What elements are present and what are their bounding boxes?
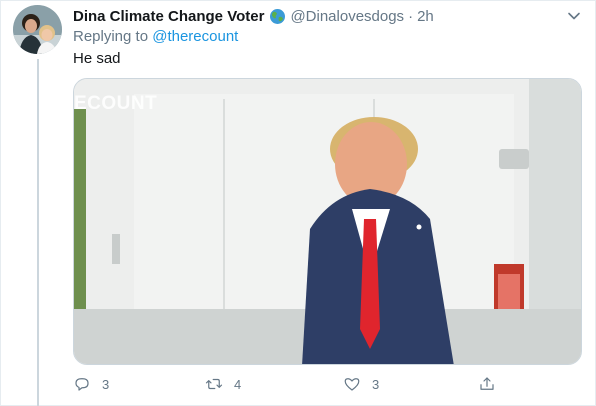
- share-icon: [480, 377, 494, 390]
- chevron-down-icon[interactable]: [567, 9, 581, 23]
- timestamp[interactable]: 2h: [417, 8, 434, 25]
- video-watermark: ECOUNT: [74, 93, 158, 114]
- tweet-text: He sad: [73, 50, 121, 67]
- tweet-video[interactable]: ECOUNT: [73, 78, 582, 365]
- user-handle[interactable]: @Dinalovesdogs: [290, 8, 404, 25]
- separator-dot: ·: [408, 7, 414, 25]
- avatar[interactable]: [13, 5, 62, 54]
- retweet-icon: [205, 378, 223, 390]
- heart-icon: [344, 378, 360, 391]
- thread-line: [37, 59, 39, 406]
- like-button[interactable]: 3: [343, 373, 379, 395]
- globe-emoji-icon: [269, 8, 286, 25]
- like-count: 3: [372, 376, 380, 392]
- tweet-card[interactable]: Dina Climate Change Voter @Dinalovesdogs…: [0, 0, 596, 406]
- avatar-photo: [13, 5, 62, 54]
- replying-prefix: Replying to: [73, 28, 149, 45]
- reply-mention-link[interactable]: @therecount: [152, 28, 238, 45]
- video-frame: [74, 79, 581, 364]
- reply-button[interactable]: 3: [73, 373, 109, 395]
- retweet-count: 4: [234, 376, 242, 392]
- replying-to: Replying to @therecount: [73, 28, 238, 45]
- reply-bubble-icon: [75, 378, 89, 391]
- display-name[interactable]: Dina Climate Change Voter: [73, 8, 264, 25]
- share-button[interactable]: [478, 373, 507, 395]
- tweet-actions: 3 4 3: [73, 373, 582, 395]
- retweet-button[interactable]: 4: [205, 373, 241, 395]
- reply-count: 3: [102, 376, 110, 392]
- tweet-header: Dina Climate Change Voter @Dinalovesdogs…: [73, 6, 434, 26]
